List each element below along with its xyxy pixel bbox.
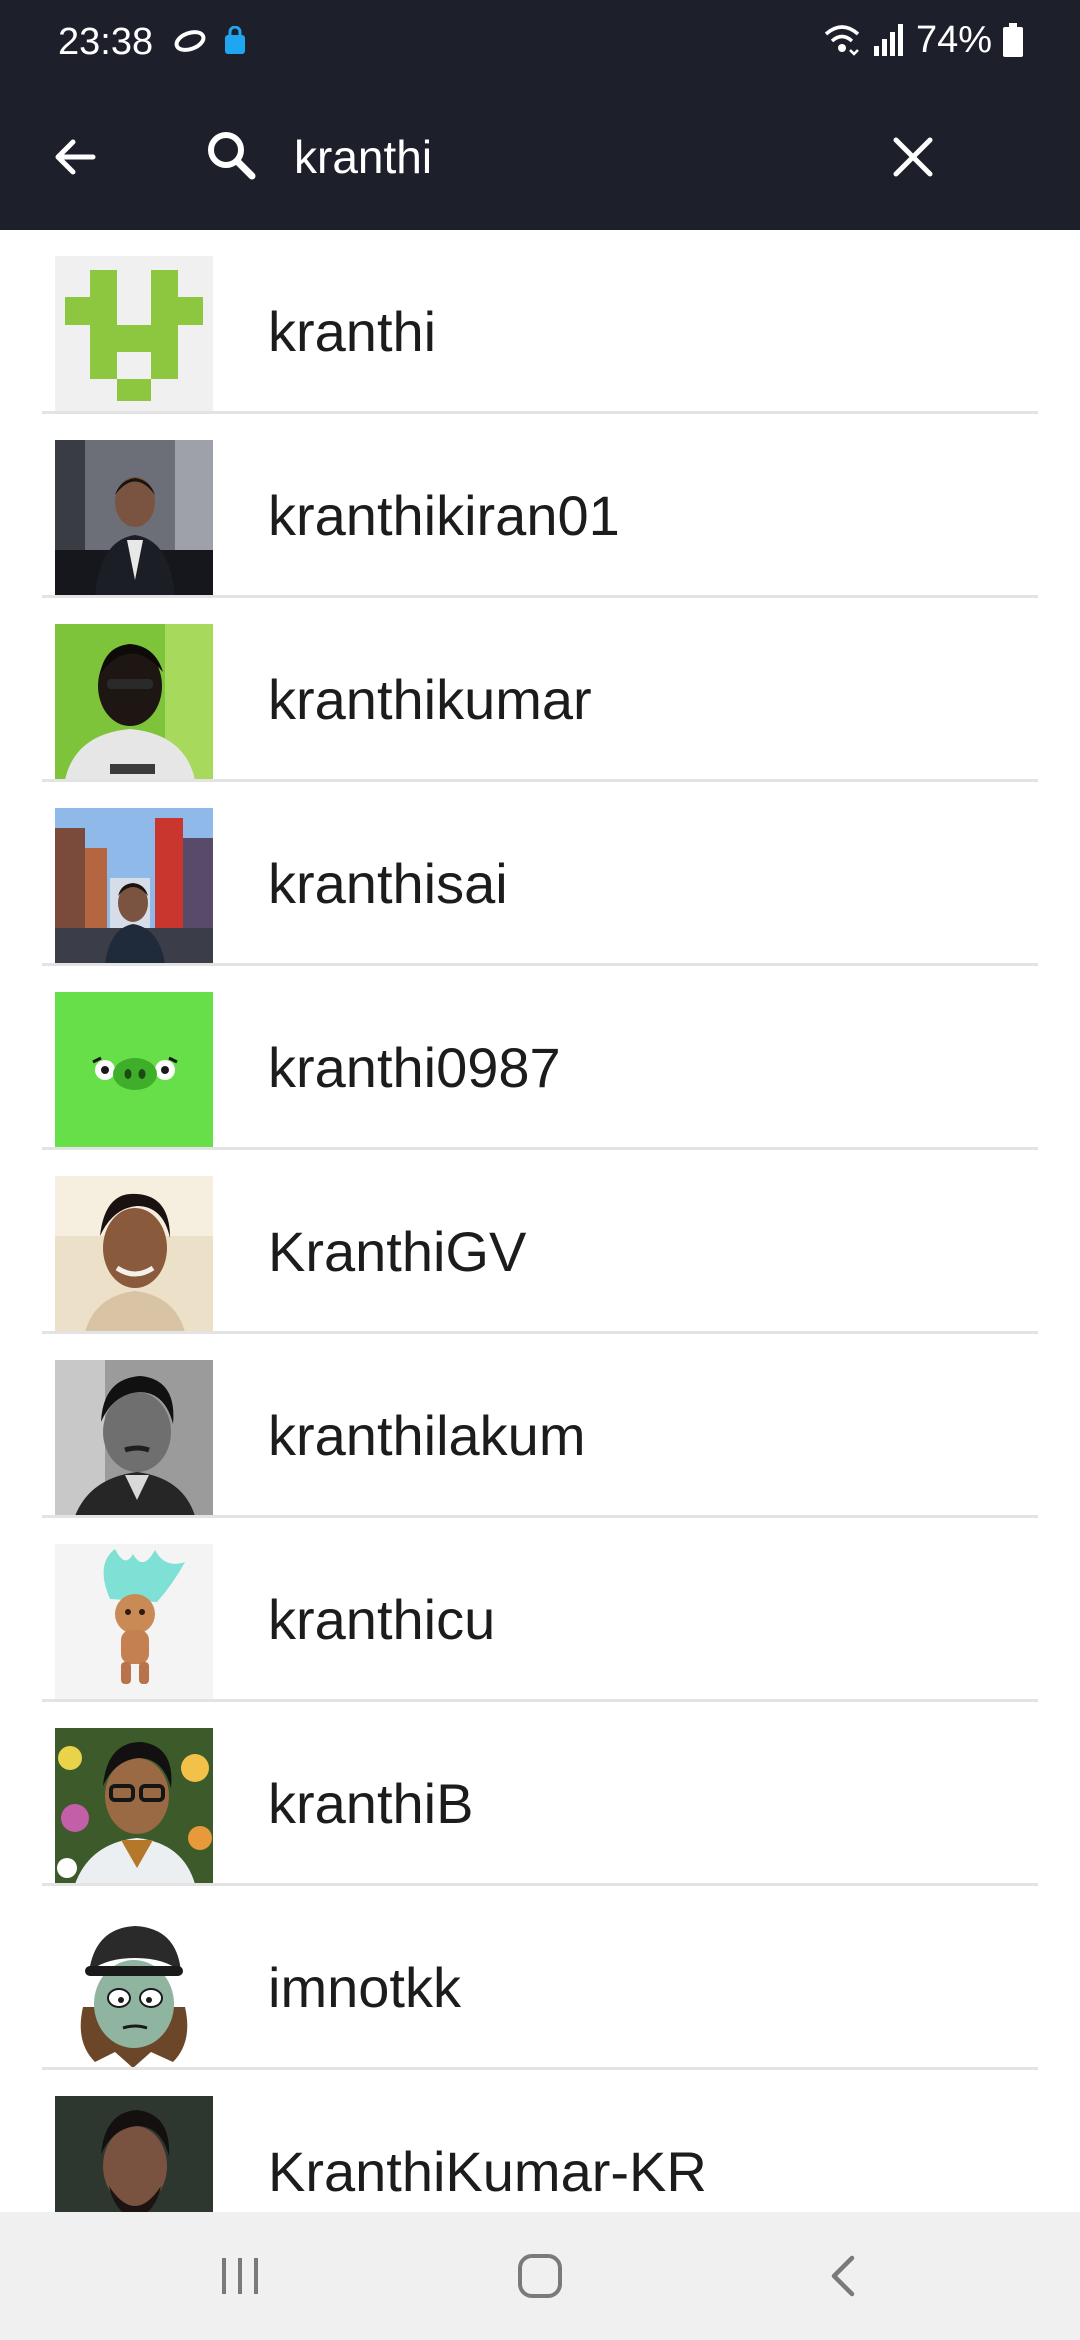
user-avatar [55, 624, 213, 780]
user-avatar [55, 1728, 213, 1884]
shopping-bag-notification-icon [225, 26, 245, 54]
sync-notification-icon [174, 30, 206, 52]
result-row[interactable]: kranthi0987 [0, 966, 1080, 1150]
result-row[interactable]: kranthi [0, 230, 1080, 414]
recent-apps-icon [222, 2258, 258, 2294]
user-avatar [55, 1360, 213, 1516]
result-row[interactable]: KranthiGV [0, 1150, 1080, 1334]
user-avatar [55, 808, 213, 964]
result-row[interactable]: imnotkk [0, 1886, 1080, 2070]
search-icon [208, 132, 256, 180]
user-avatar [55, 2096, 213, 2212]
username-label: KranthiGV [268, 1220, 527, 1283]
username-label: imnotkk [268, 1956, 461, 2019]
system-nav-bar [0, 2212, 1080, 2340]
status-right: 74% [822, 18, 1024, 62]
wifi-icon [824, 25, 860, 56]
result-row[interactable]: kranthilakum [0, 1334, 1080, 1518]
result-row[interactable]: kranthisai [0, 782, 1080, 966]
result-row[interactable]: kranthiB [0, 1702, 1080, 1886]
username-label: kranthi0987 [268, 1036, 561, 1099]
search-results-list: kranthi kranthikiran01 kranthikumar kran… [0, 230, 1080, 2212]
username-label: kranthiB [268, 1772, 474, 1835]
chevron-left-icon [831, 2255, 855, 2297]
username-label: kranthilakum [268, 1404, 586, 1467]
recent-apps-button[interactable] [190, 2236, 290, 2316]
search-input[interactable] [294, 122, 854, 192]
home-icon [518, 2254, 562, 2298]
result-row[interactable]: kranthikiran01 [0, 414, 1080, 598]
user-avatar [55, 992, 213, 1148]
battery-icon [1003, 23, 1023, 57]
user-avatar [55, 1912, 213, 2068]
result-row[interactable]: kranthikumar [0, 598, 1080, 782]
user-avatar [55, 1544, 213, 1700]
username-label: KranthiKumar-KR [268, 2140, 707, 2203]
user-avatar [55, 256, 213, 412]
system-back-button[interactable] [794, 2236, 894, 2316]
signal-icon [873, 24, 903, 56]
arrow-left-icon [55, 139, 96, 175]
status-bar: 23:38 74% [0, 0, 1080, 84]
username-label: kranthisai [268, 852, 508, 915]
clear-search-button[interactable] [876, 120, 950, 194]
user-avatar [55, 440, 213, 596]
username-label: kranthikiran01 [268, 484, 620, 547]
result-row[interactable]: KranthiKumar-KR [0, 2070, 1080, 2212]
status-notification-icons [172, 26, 248, 56]
user-avatar [55, 1176, 213, 1332]
result-row[interactable]: kranthicu [0, 1518, 1080, 1702]
status-time: 23:38 [58, 21, 154, 63]
back-button[interactable] [38, 120, 112, 194]
close-icon [893, 137, 933, 177]
search-app-bar [0, 84, 1080, 230]
battery-percentage: 74% [915, 19, 992, 61]
username-label: kranthikumar [268, 668, 592, 731]
username-label: kranthi [268, 300, 437, 363]
username-label: kranthicu [268, 1588, 496, 1651]
home-button[interactable] [490, 2236, 590, 2316]
